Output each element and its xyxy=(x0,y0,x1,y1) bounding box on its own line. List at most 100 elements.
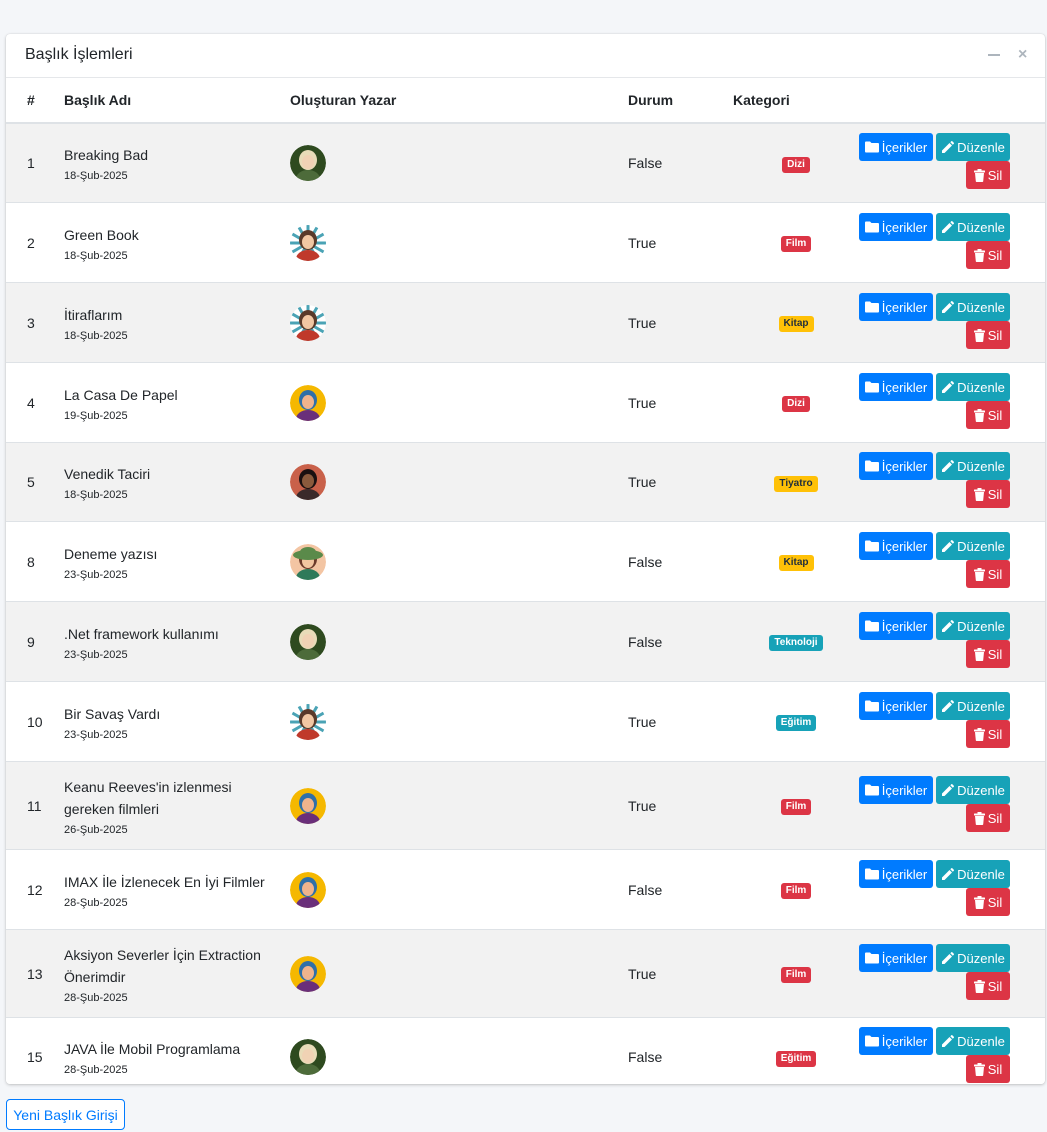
title-cell: Venedik Taciri 18-Şub-2025 xyxy=(64,442,290,522)
delete-button-label: Sil xyxy=(987,167,1003,183)
edit-button[interactable]: Düzenle xyxy=(936,293,1010,321)
title-date: 23-Şub-2025 xyxy=(64,648,128,661)
contents-button[interactable]: İçerikler xyxy=(859,776,933,804)
author-cell xyxy=(290,122,628,203)
actions-cell: İçerikler Düzenle Sil xyxy=(859,442,1045,522)
status-text: True xyxy=(628,362,733,443)
titles-table: # Başlık Adı Oluşturan Yazar Durum Kateg… xyxy=(6,78,1045,1084)
category-cell: Kitap xyxy=(733,282,859,363)
delete-button[interactable]: Sil xyxy=(966,161,1010,189)
delete-button[interactable]: Sil xyxy=(966,560,1010,588)
table-row: 8 Deneme yazısı 23-Şub-2025 False Kitap … xyxy=(6,521,1045,602)
edit-button[interactable]: Düzenle xyxy=(936,612,1010,640)
delete-button[interactable]: Sil xyxy=(966,972,1010,1000)
delete-button[interactable]: Sil xyxy=(966,1055,1010,1083)
table-row: 10 Bir Savaş Vardı 23-Şub-2025 True Eğit… xyxy=(6,681,1045,762)
title-operations-card: Başlık İşlemleri × # Başlık Adı Oluştura… xyxy=(6,34,1045,1084)
contents-button[interactable]: İçerikler xyxy=(859,1027,933,1055)
edit-button-label: Düzenle xyxy=(957,538,1005,554)
title-name-line2: Önerimdir xyxy=(64,968,126,985)
contents-button[interactable]: İçerikler xyxy=(859,692,933,720)
delete-button-label: Sil xyxy=(987,646,1003,662)
folder-icon xyxy=(864,540,879,552)
edit-button-label: Düzenle xyxy=(957,950,1005,966)
title-name: Deneme yazısı xyxy=(64,545,158,562)
table-row: 15 JAVA İle Mobil Programlama 28-Şub-202… xyxy=(6,1017,1045,1084)
title-name: Bir Savaş Vardı xyxy=(64,705,161,722)
row-number: 15 xyxy=(6,1017,64,1084)
delete-button[interactable]: Sil xyxy=(966,720,1010,748)
new-title-button[interactable]: Yeni Başlık Girişi xyxy=(6,1099,125,1130)
delete-button[interactable]: Sil xyxy=(966,640,1010,668)
folder-icon xyxy=(864,868,879,880)
delete-button[interactable]: Sil xyxy=(966,401,1010,429)
author-avatar xyxy=(290,703,326,740)
delete-button-label: Sil xyxy=(987,810,1003,826)
title-name: IMAX İle İzlenecek En İyi Filmler xyxy=(64,873,265,890)
category-cell: Film xyxy=(733,929,859,1018)
table-row: 9 .Net framework kullanımı 23-Şub-2025 F… xyxy=(6,601,1045,682)
title-name: Aksiyon Severler İçin Extraction xyxy=(64,946,261,963)
contents-button[interactable]: İçerikler xyxy=(859,133,933,161)
category-cell: Kitap xyxy=(733,521,859,602)
contents-button[interactable]: İçerikler xyxy=(859,612,933,640)
author-cell xyxy=(290,849,628,930)
contents-button[interactable]: İçerikler xyxy=(859,213,933,241)
category-cell: Film xyxy=(733,761,859,850)
title-cell: İtiraflarım 18-Şub-2025 xyxy=(64,282,290,363)
row-number: 8 xyxy=(6,521,64,602)
pencil-icon xyxy=(941,619,955,633)
edit-button[interactable]: Düzenle xyxy=(936,133,1010,161)
row-number: 5 xyxy=(6,442,64,522)
minus-icon[interactable] xyxy=(988,46,1000,56)
edit-button[interactable]: Düzenle xyxy=(936,776,1010,804)
contents-button[interactable]: İçerikler xyxy=(859,944,933,972)
table-row: 13 Aksiyon Severler İçin Extraction Öner… xyxy=(6,929,1045,1018)
edit-button[interactable]: Düzenle xyxy=(936,532,1010,560)
contents-button[interactable]: İçerikler xyxy=(859,373,933,401)
header-status: Durum xyxy=(628,78,733,124)
contents-button[interactable]: İçerikler xyxy=(859,452,933,480)
delete-button[interactable]: Sil xyxy=(966,804,1010,832)
trash-icon xyxy=(973,567,985,581)
category-cell: Eğitim xyxy=(733,681,859,762)
title-date: 28-Şub-2025 xyxy=(64,1064,128,1076)
edit-button[interactable]: Düzenle xyxy=(936,213,1010,241)
edit-button[interactable]: Düzenle xyxy=(936,944,1010,972)
edit-button[interactable]: Düzenle xyxy=(936,452,1010,480)
author-avatar xyxy=(290,955,326,992)
edit-button-label: Düzenle xyxy=(957,379,1005,395)
trash-icon xyxy=(973,168,985,182)
folder-icon xyxy=(864,301,879,313)
edit-button[interactable]: Düzenle xyxy=(936,692,1010,720)
contents-button-label: İçerikler xyxy=(881,299,928,315)
edit-button[interactable]: Düzenle xyxy=(936,1027,1010,1055)
actions-cell: İçerikler Düzenle Sil xyxy=(859,849,1045,930)
edit-button[interactable]: Düzenle xyxy=(936,860,1010,888)
times-icon[interactable]: × xyxy=(1018,46,1027,64)
contents-button[interactable]: İçerikler xyxy=(859,293,933,321)
actions-cell: İçerikler Düzenle Sil xyxy=(859,601,1045,682)
status-text: True xyxy=(628,202,733,283)
edit-button[interactable]: Düzenle xyxy=(936,373,1010,401)
title-cell: IMAX İle İzlenecek En İyi Filmler 28-Şub… xyxy=(64,849,290,930)
trash-icon xyxy=(973,647,985,661)
delete-button[interactable]: Sil xyxy=(966,241,1010,269)
folder-icon xyxy=(864,784,879,796)
author-cell xyxy=(290,601,628,682)
title-date: 18-Şub-2025 xyxy=(64,329,128,342)
category-badge: Teknoloji xyxy=(769,635,823,651)
author-cell xyxy=(290,929,628,1018)
contents-button[interactable]: İçerikler xyxy=(859,860,933,888)
author-avatar xyxy=(290,1039,326,1075)
category-cell: Film xyxy=(733,849,859,930)
folder-icon xyxy=(864,952,879,964)
delete-button[interactable]: Sil xyxy=(966,321,1010,349)
author-cell xyxy=(290,442,628,522)
delete-button[interactable]: Sil xyxy=(966,888,1010,916)
delete-button[interactable]: Sil xyxy=(966,480,1010,508)
author-avatar xyxy=(290,787,326,824)
folder-icon xyxy=(864,381,879,393)
contents-button[interactable]: İçerikler xyxy=(859,532,933,560)
category-badge: Dizi xyxy=(782,396,810,412)
